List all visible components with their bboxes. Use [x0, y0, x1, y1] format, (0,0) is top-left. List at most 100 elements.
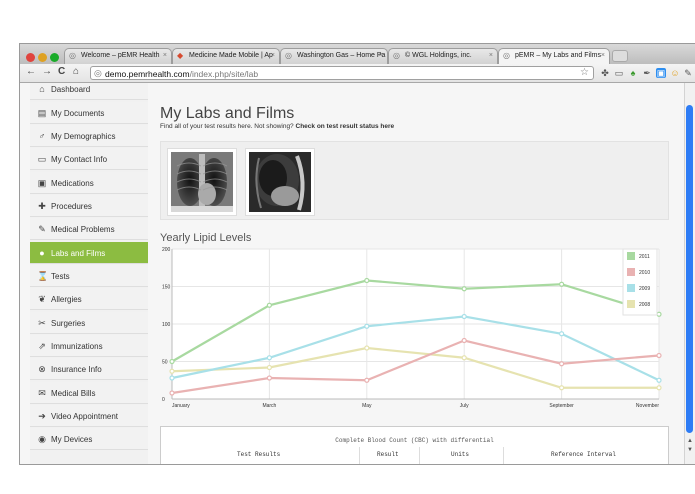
sidebar-item-procedures[interactable]: ✚ Procedures [30, 195, 148, 217]
tab-close-icon[interactable]: × [601, 52, 605, 59]
legend-label-2010: 2010 [639, 270, 650, 276]
tab-title: Washington Gas – Home Pa [297, 52, 386, 59]
browser-tab[interactable]: ◎ © WGL Holdings, inc. × [388, 48, 498, 64]
data-point-2010 [656, 352, 662, 359]
chest-xray-lateral-thumbnail[interactable] [245, 148, 315, 216]
data-point-2009 [364, 323, 370, 329]
url-host: demo.pemrhealth.com [105, 69, 190, 79]
data-point-2010 [169, 390, 175, 396]
data-point-2009 [169, 375, 175, 381]
data-point-2011 [266, 302, 273, 308]
scissors-icon: ✂ [38, 318, 46, 328]
browser-tab[interactable]: ◎ Washington Gas – Home Pa × [280, 48, 388, 64]
sidebar-item-allergies[interactable]: ❦ Allergies [30, 288, 148, 310]
legend-swatch-2011 [627, 252, 635, 260]
test-status-link[interactable]: Check on test result status here [296, 123, 395, 130]
tab-title: © WGL Holdings, inc. [405, 52, 472, 59]
sidebar-item-labs-and-films[interactable]: ● Labs and Films [30, 242, 148, 264]
legend-label-2011: 2011 [639, 254, 650, 260]
data-point-2008 [364, 345, 370, 351]
forward-arrow-icon[interactable]: → [42, 66, 52, 77]
browser-tab[interactable]: ◎ Welcome – pEMR Health × [64, 48, 172, 64]
sidebar-item-label: Surgeries [51, 319, 86, 328]
address-bar[interactable]: ◎ demo.pemrhealth.com/index.php/site/lab… [90, 66, 594, 80]
tab-close-icon[interactable]: × [271, 52, 275, 59]
cbc-header-test-results: Test Results [237, 451, 281, 458]
minimize-window-button[interactable] [38, 53, 47, 62]
new-tab-button[interactable] [612, 50, 628, 62]
url-path: /index.php/site/lab [189, 69, 259, 79]
sidebar-item-dashboard[interactable]: ⌂ Dashboard [30, 83, 148, 100]
extension-eyedropper-icon[interactable]: ✒ [642, 68, 652, 78]
y-tick-label: 50 [162, 360, 168, 366]
x-tick-label: November [636, 403, 659, 409]
wrench-menu-icon[interactable]: ✎ [683, 68, 693, 78]
bookmark-star-icon[interactable]: ☆ [580, 67, 589, 78]
extension-evernote-icon[interactable]: ♠ [628, 68, 638, 78]
page-subtitle: Find all of your test results here. Not … [160, 123, 394, 130]
x-tick-label: July [460, 403, 469, 409]
data-point-2011 [656, 311, 662, 317]
allergy-icon: ❦ [38, 294, 46, 304]
legend-swatch-2009 [627, 284, 635, 292]
tab-title: Medicine Made Mobile | Ap [189, 52, 273, 59]
vertical-scrollbar[interactable]: ▲ ▼ [684, 83, 695, 464]
back-arrow-icon[interactable]: ← [26, 66, 36, 77]
data-point-2011 [559, 281, 565, 287]
sidebar-item-insurance-info[interactable]: ⊗ Insurance Info [30, 358, 148, 380]
plus-icon: ✚ [38, 201, 46, 211]
legend-swatch-2008 [627, 300, 635, 308]
syringe-icon: ⇗ [38, 341, 46, 351]
globe-icon: ◎ [503, 51, 510, 60]
column-divider [419, 447, 420, 464]
tab-close-icon[interactable]: × [163, 52, 167, 59]
zoom-window-button[interactable] [50, 53, 59, 62]
scrollbar-thumb[interactable] [686, 105, 693, 433]
scroll-up-arrow-icon[interactable]: ▲ [687, 438, 693, 444]
tab-close-icon[interactable]: × [379, 52, 383, 59]
extension-smiley-icon[interactable]: ☺ [670, 68, 680, 78]
globe-icon: ◎ [69, 51, 76, 60]
lipid-line-chart: 0 50 100 150 200 January March May July September… [162, 247, 662, 409]
sidebar-item-medical-problems[interactable]: ✎ Medical Problems [30, 218, 148, 240]
sidebar-item-medical-bills[interactable]: ✉ Medical Bills [30, 382, 148, 404]
chest-xray-frontal-thumbnail[interactable] [167, 148, 237, 216]
column-divider [359, 447, 360, 464]
extension-puzzle-icon[interactable]: ✤ [600, 68, 610, 78]
data-point-2009 [461, 313, 467, 320]
sidebar-item-video-appointment[interactable]: ➔ Video Appointment [30, 405, 148, 427]
insurance-icon: ⊗ [38, 364, 46, 374]
data-point-2008 [266, 364, 273, 371]
browser-tab[interactable]: ◆ Medicine Made Mobile | Ap × [172, 48, 280, 64]
sidebar-item-my-devices[interactable]: ◉ My Devices [30, 428, 148, 450]
cbc-header-result: Result [377, 451, 399, 458]
sidebar-item-my-contact-info[interactable]: ▭ My Contact Info [30, 148, 148, 170]
sidebar-item-medications[interactable]: ▣ Medications [30, 172, 148, 194]
y-tick-label: 150 [162, 285, 171, 291]
data-point-2009 [656, 377, 662, 383]
sidebar-item-immunizations[interactable]: ⇗ Immunizations [30, 335, 148, 357]
cbc-header-reference-interval: Reference Interval [551, 451, 616, 458]
browser-tab-active[interactable]: ◎ pEMR – My Labs and Films × [498, 48, 610, 64]
sidebar-item-my-demographics[interactable]: ♂ My Demographics [30, 125, 148, 147]
home-icon[interactable]: ⌂ [73, 66, 79, 77]
scroll-down-arrow-icon[interactable]: ▼ [687, 447, 693, 453]
sidebar-item-surgeries[interactable]: ✂ Surgeries [30, 312, 148, 334]
sidebar-item-label: Allergies [51, 295, 82, 304]
close-window-button[interactable] [26, 53, 35, 62]
tab-close-icon[interactable]: × [489, 52, 493, 59]
data-point-2011 [461, 286, 467, 292]
home-icon: ⌂ [39, 84, 45, 94]
reload-icon[interactable]: C [58, 66, 65, 77]
sidebar-item-my-documents[interactable]: ▤ My Documents [30, 102, 148, 124]
data-point-2010 [559, 361, 565, 367]
sidebar-item-tests[interactable]: ⌛ Tests [30, 265, 148, 287]
extension-blue-icon[interactable]: ▣ [656, 68, 666, 78]
sidebar-item-label: Tests [51, 272, 70, 281]
extension-reader-icon[interactable]: ▭ [614, 68, 624, 78]
tab-strip: ◎ Welcome – pEMR Health × ◆ Medicine Mad… [20, 44, 695, 64]
sidebar-item-label: My Contact Info [51, 155, 108, 164]
gender-icon: ♂ [38, 131, 46, 141]
colored-favicon-icon: ◆ [177, 51, 184, 60]
y-tick-label: 200 [162, 247, 171, 253]
